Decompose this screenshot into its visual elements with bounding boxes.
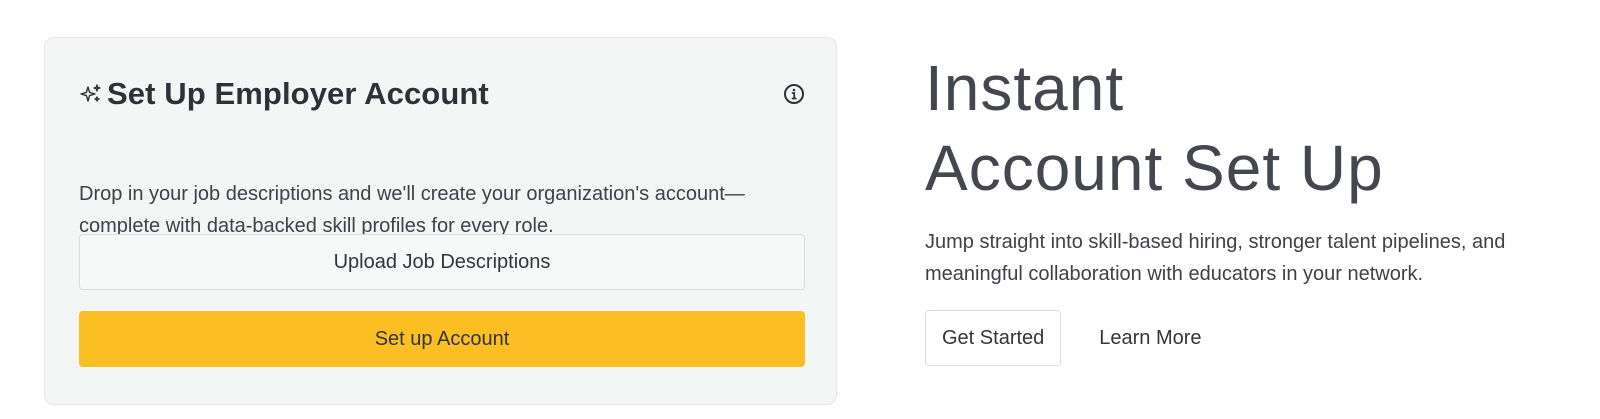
employer-setup-card: Set Up Employer Account Drop in your job…: [44, 37, 837, 405]
card-header: Set Up Employer Account: [79, 74, 805, 114]
page: Set Up Employer Account Drop in your job…: [0, 0, 1600, 419]
info-icon[interactable]: [783, 83, 805, 105]
hero-title-line-1: Instant: [925, 52, 1125, 124]
upload-job-descriptions-button[interactable]: Upload Job Descriptions: [79, 234, 805, 290]
card-description: Drop in your job descriptions and we'll …: [79, 183, 745, 237]
hero-actions: Get Started Learn More: [925, 310, 1202, 366]
hero-title: Instant Account Set Up: [925, 48, 1585, 208]
sparkle-icon: [79, 82, 103, 106]
set-up-account-button[interactable]: Set up Account: [79, 311, 805, 367]
hero-title-line-2: Account Set Up: [925, 132, 1384, 204]
hero-section: Instant Account Set Up Jump straight int…: [925, 48, 1585, 290]
card-title: Set Up Employer Account: [107, 76, 489, 111]
get-started-button[interactable]: Get Started: [925, 310, 1062, 366]
hero-subtitle: Jump straight into skill-based hiring, s…: [925, 231, 1506, 285]
learn-more-link[interactable]: Learn More: [1099, 327, 1201, 350]
card-title-group: Set Up Employer Account: [79, 76, 489, 112]
